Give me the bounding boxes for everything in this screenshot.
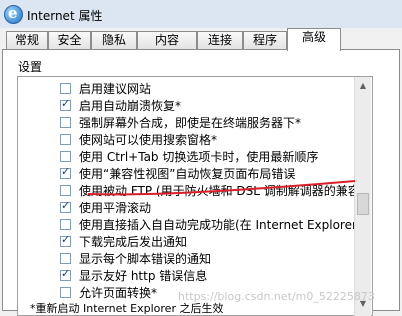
tab-advanced[interactable]: 高级 [287, 28, 341, 51]
underline-stroke [87, 180, 356, 196]
watermark-text: https://blog.csdn.net/m0_52225873 [178, 290, 375, 303]
red-underline-annotation [87, 180, 356, 196]
